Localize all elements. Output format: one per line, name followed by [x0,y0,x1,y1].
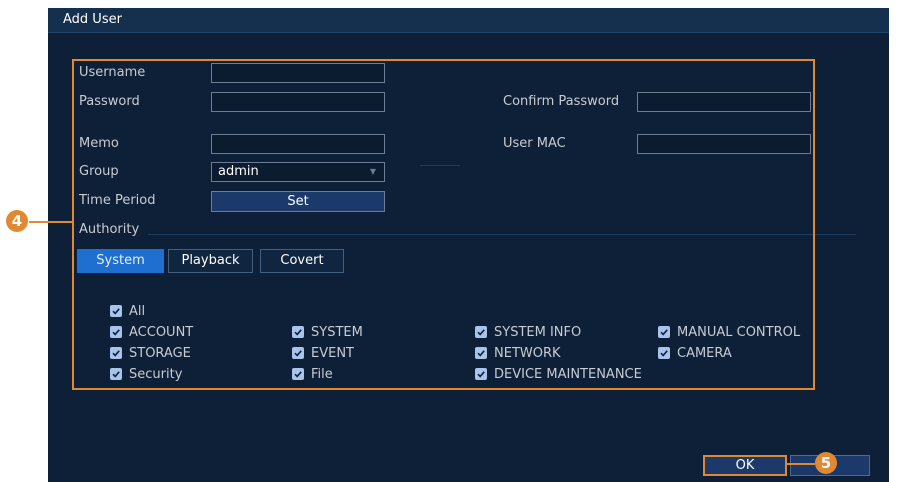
callout-5-leader [787,463,815,465]
callout-5-badge: 5 [815,452,837,474]
callout-4-leader [29,221,73,223]
dialog-title: Add User [48,8,889,33]
ok-button[interactable]: OK [703,455,787,476]
callout-4-badge: 4 [6,210,28,232]
form-highlight-frame [72,59,815,390]
